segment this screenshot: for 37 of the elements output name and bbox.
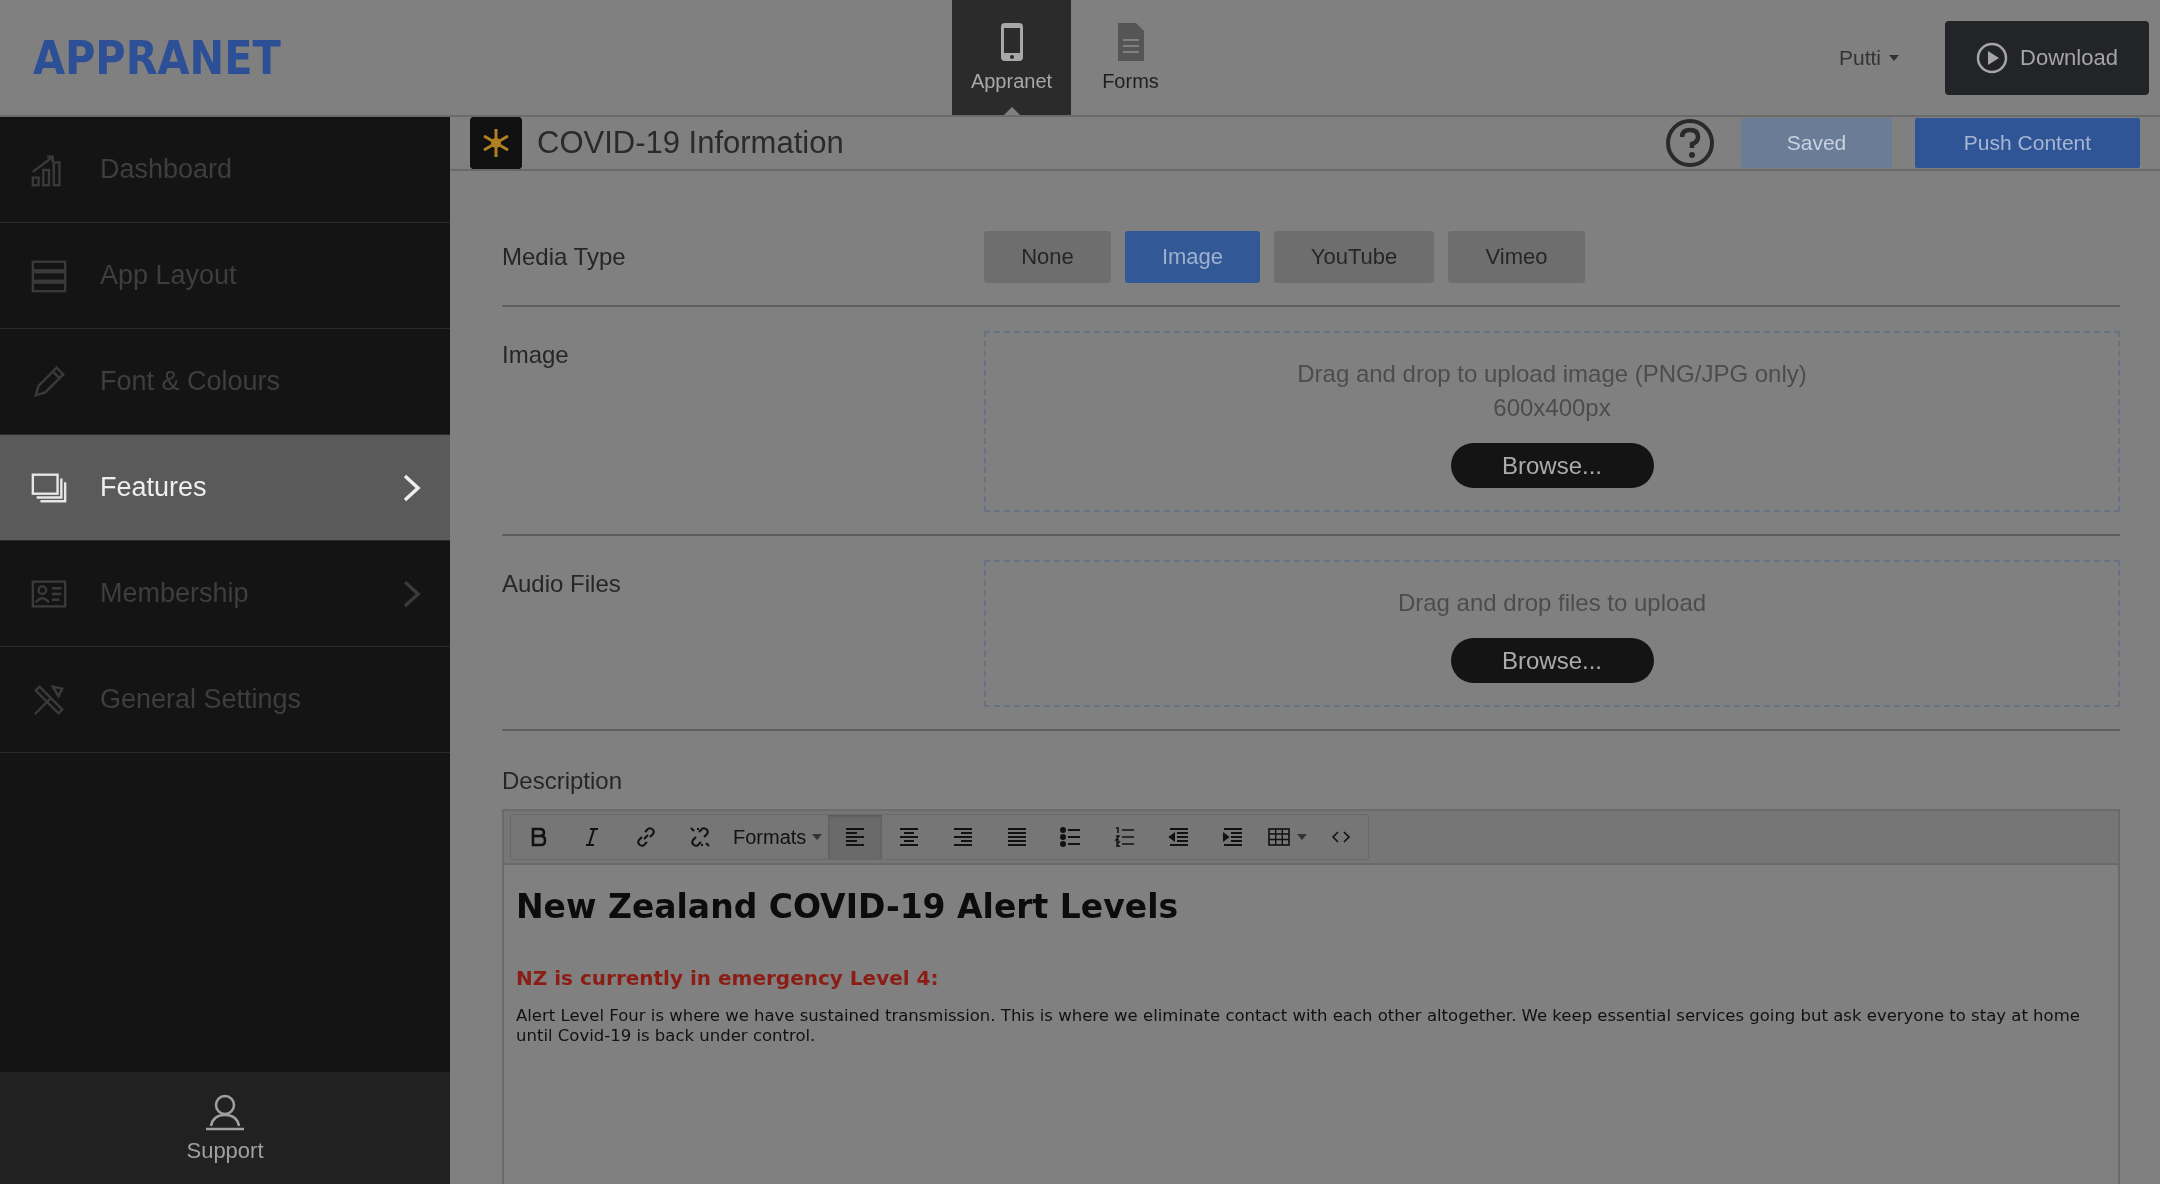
snowflake-app-icon (470, 117, 522, 169)
active-tab-pointer-icon (1004, 107, 1020, 115)
saved-button[interactable]: Saved (1741, 118, 1892, 168)
formats-button[interactable]: Formats (727, 815, 829, 859)
browse-button[interactable]: Browse... (1450, 638, 1654, 683)
field-label: Media Type (502, 243, 627, 271)
push-content-button[interactable]: Push Content (1915, 118, 2140, 168)
nav-tab[interactable]: Appranet (952, 0, 1071, 115)
user-menu[interactable]: Putti (1838, 45, 1881, 70)
caret-icon (1297, 834, 1308, 840)
download-button[interactable]: Download (1945, 20, 2149, 95)
caret-icon (812, 834, 823, 840)
person-icon (203, 1092, 247, 1132)
browse-button[interactable]: Browse... (1450, 443, 1654, 488)
page-title: COVID-19 Information (537, 125, 845, 161)
caret-icon (1889, 54, 1899, 61)
link-icon (634, 825, 658, 849)
content-heading: New Zealand COVID-19 Alert Levels (516, 887, 1180, 926)
media-type-option[interactable]: YouTube (1274, 231, 1434, 283)
rich-text-editor[interactable] (502, 809, 2120, 1184)
sidebar-item[interactable]: Features (0, 435, 450, 541)
field-label: Description (502, 767, 624, 795)
alert-text: NZ is currently in emergency Level 4: (516, 966, 940, 990)
media-type-option[interactable]: Vimeo (1448, 231, 1585, 283)
nav-tab[interactable]: Forms (1071, 0, 1190, 115)
help-icon[interactable] (1665, 118, 1715, 168)
support-button[interactable]: Support (0, 1072, 450, 1184)
align-left-button[interactable] (828, 815, 883, 859)
field-label: Image (502, 340, 570, 370)
unlink-icon (688, 825, 712, 849)
logo: APPRANET (33, 30, 282, 85)
media-type-option[interactable]: None (984, 231, 1111, 283)
media-type-option[interactable]: Image (1125, 231, 1260, 283)
play-icon (1976, 41, 2009, 74)
table-icon (1267, 825, 1292, 849)
field-label: Audio Files (502, 569, 622, 599)
body-text: Alert Level Four is where we have sustained transmission. This is where we eliminate contact with each other altogether. We keep essential services going but ask everyone to stay at home until Covid-19 is back under control. (516, 1006, 2081, 1046)
